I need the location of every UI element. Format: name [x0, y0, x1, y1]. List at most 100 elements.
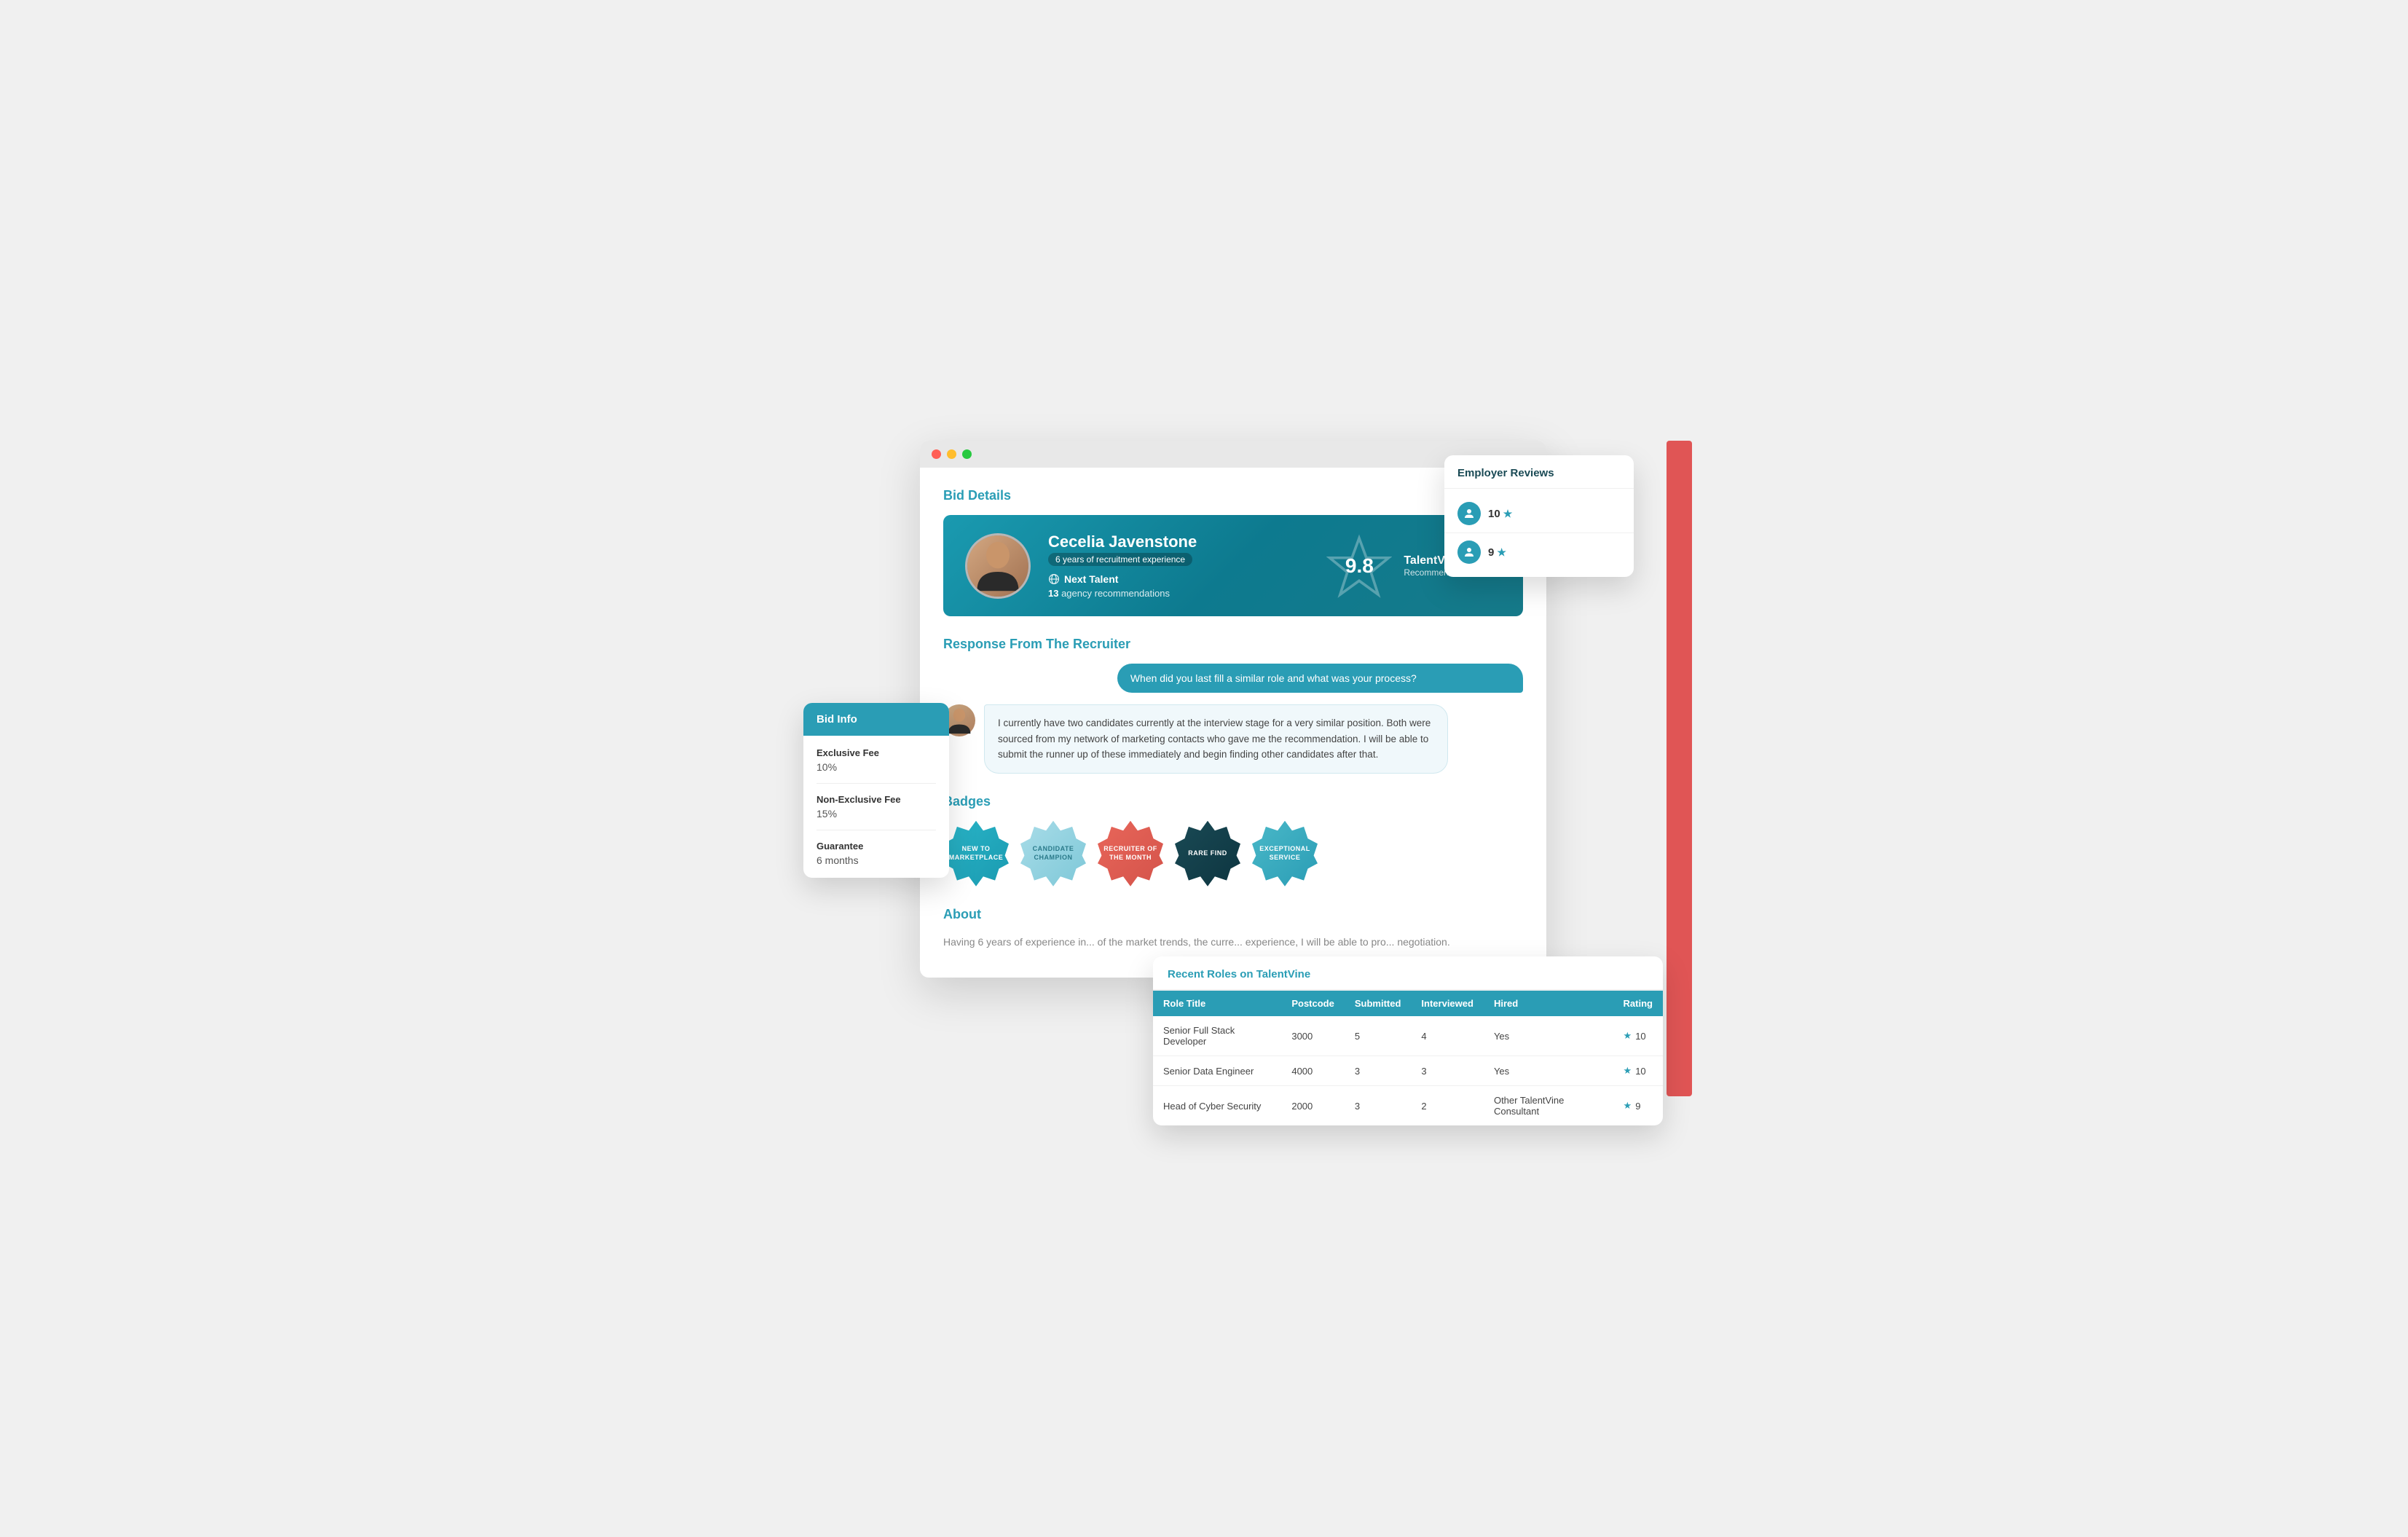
scene: Bid Info Exclusive Fee 10% Non-Exclusive… [803, 441, 1605, 1096]
chat-question-bubble: When did you last fill a similar role an… [1117, 664, 1523, 693]
response-section-title: Response From The Recruiter [943, 637, 1523, 652]
recruiter-card: Cecelia Javenstone 6 years of recruitmen… [943, 515, 1523, 616]
row2-rating-cell: ★ 10 [1624, 1065, 1653, 1077]
review-item-2: 9 ★ [1444, 533, 1634, 571]
about-text: Having 6 years of experience in... of th… [943, 934, 1523, 950]
row3-hired: Other TalentVine Consultant [1484, 1086, 1613, 1126]
review-star-1: ★ [1503, 508, 1513, 520]
badge-rare-find: RARE FIND [1175, 821, 1240, 887]
row3-postcode: 2000 [1281, 1086, 1345, 1126]
rating-number: 9.8 [1345, 554, 1374, 578]
bid-info-guarantee: Guarantee 6 months [817, 841, 936, 866]
review-star-2: ★ [1497, 546, 1506, 559]
employer-reviews-panel: Employer Reviews 10 ★ [1444, 455, 1634, 577]
row1-rating-value: 10 [1635, 1031, 1645, 1042]
badges-title: Badges [943, 794, 1523, 809]
review-score-2: 9 ★ [1488, 546, 1506, 559]
row2-title: Senior Data Engineer [1153, 1056, 1281, 1086]
agency-name: Next Talent [1064, 573, 1118, 585]
person-icon-1 [1463, 507, 1476, 520]
maximize-dot[interactable] [962, 449, 972, 459]
col-role-title: Role Title [1153, 991, 1281, 1016]
review-item-1: 10 ★ [1444, 495, 1634, 533]
review-avatar-2 [1457, 540, 1481, 564]
row2-interviewed: 3 [1411, 1056, 1484, 1086]
bid-info-exclusive: Exclusive Fee 10% [817, 747, 936, 784]
col-interviewed: Interviewed [1411, 991, 1484, 1016]
non-exclusive-fee-value: 15% [817, 808, 936, 819]
row1-rating: ★ 10 [1613, 1016, 1663, 1056]
row2-star: ★ [1624, 1065, 1632, 1077]
row2-hired: Yes [1484, 1056, 1613, 1086]
table-row: Senior Data Engineer 4000 3 3 Yes ★ 10 [1153, 1056, 1663, 1086]
row1-interviewed: 4 [1411, 1016, 1484, 1056]
recruiter-agency: Next Talent [1048, 573, 1309, 585]
row2-submitted: 3 [1345, 1056, 1412, 1086]
col-postcode: Postcode [1281, 991, 1345, 1016]
row1-submitted: 5 [1345, 1016, 1412, 1056]
guarantee-value: 6 months [817, 854, 936, 866]
row3-title: Head of Cyber Security [1153, 1086, 1281, 1126]
badge-candidate-champion: CANDIDATE CHAMPION [1020, 821, 1086, 887]
chat-answer-bubble: I currently have two candidates currentl… [984, 704, 1448, 774]
bid-info-content: Exclusive Fee 10% Non-Exclusive Fee 15% … [803, 736, 949, 878]
review-number-2: 9 [1488, 546, 1494, 559]
recruiter-info: Cecelia Javenstone 6 years of recruitmen… [1048, 532, 1309, 599]
roles-table: Role Title Postcode Submitted Interviewe… [1153, 991, 1663, 1125]
review-number-1: 10 [1488, 508, 1500, 520]
review-avatar-1 [1457, 502, 1481, 525]
star-rating: 9.8 [1326, 533, 1392, 599]
reviews-header: Employer Reviews [1444, 455, 1634, 489]
row3-rating-value: 9 [1635, 1101, 1640, 1112]
row1-star: ★ [1624, 1030, 1632, 1042]
row3-rating-cell: ★ 9 [1624, 1100, 1653, 1112]
red-accent-bar [1667, 441, 1692, 1096]
exclusive-fee-value: 10% [817, 761, 936, 773]
minimize-dot[interactable] [947, 449, 956, 459]
row3-star: ★ [1624, 1100, 1632, 1112]
table-row: Senior Full Stack Developer 3000 5 4 Yes… [1153, 1016, 1663, 1056]
badge-recruiter-of-month: RECRUITER OF THE MONTH [1098, 821, 1163, 887]
bid-info-header: Bid Info [803, 703, 949, 736]
row3-interviewed: 2 [1411, 1086, 1484, 1126]
col-submitted: Submitted [1345, 991, 1412, 1016]
row3-submitted: 3 [1345, 1086, 1412, 1126]
row3-rating: ★ 9 [1613, 1086, 1663, 1126]
bid-details-title: Bid Details [943, 488, 1523, 503]
recruiter-name: Cecelia Javenstone [1048, 532, 1309, 551]
badge-exceptional-service: EXCEPTIONAL SERVICE [1252, 821, 1318, 887]
row2-rating-value: 10 [1635, 1066, 1645, 1077]
row1-rating-cell: ★ 10 [1624, 1030, 1653, 1042]
recruiter-experience: 6 years of recruitment experience [1048, 553, 1192, 566]
non-exclusive-fee-label: Non-Exclusive Fee [817, 794, 936, 805]
table-row: Head of Cyber Security 2000 3 2 Other Ta… [1153, 1086, 1663, 1126]
col-hired: Hired [1484, 991, 1613, 1016]
chat-answer-row: I currently have two candidates currentl… [943, 704, 1523, 774]
row1-postcode: 3000 [1281, 1016, 1345, 1056]
bid-info-non-exclusive: Non-Exclusive Fee 15% [817, 794, 936, 830]
recommendation-count: 13 [1048, 588, 1058, 599]
globe-icon [1048, 573, 1060, 585]
row2-rating: ★ 10 [1613, 1056, 1663, 1086]
recruiter-recommendations: 13 agency recommendations [1048, 588, 1309, 599]
recent-roles-panel: Recent Roles on TalentVine Role Title Po… [1153, 956, 1663, 1125]
close-dot[interactable] [932, 449, 941, 459]
row2-postcode: 4000 [1281, 1056, 1345, 1086]
row1-hired: Yes [1484, 1016, 1613, 1056]
about-title: About [943, 907, 1523, 922]
bid-info-panel: Bid Info Exclusive Fee 10% Non-Exclusive… [803, 703, 949, 878]
table-header-row: Role Title Postcode Submitted Interviewe… [1153, 991, 1663, 1016]
guarantee-label: Guarantee [817, 841, 936, 852]
badges-row: NEW TO MARKETPLACE CANDIDATE CHAMPION RE… [943, 821, 1523, 887]
person-icon-2 [1463, 546, 1476, 559]
row1-title: Senior Full Stack Developer [1153, 1016, 1281, 1056]
response-section: Response From The Recruiter When did you… [943, 637, 1523, 774]
reviews-content: 10 ★ 9 ★ [1444, 489, 1634, 577]
badge-new-to-marketplace: NEW TO MARKETPLACE [943, 821, 1009, 887]
exclusive-fee-label: Exclusive Fee [817, 747, 936, 758]
about-section: About Having 6 years of experience in...… [943, 907, 1523, 950]
roles-header: Recent Roles on TalentVine [1153, 956, 1663, 991]
col-rating: Rating [1613, 991, 1663, 1016]
recruiter-avatar [965, 533, 1031, 599]
review-score-1: 10 ★ [1488, 508, 1512, 520]
